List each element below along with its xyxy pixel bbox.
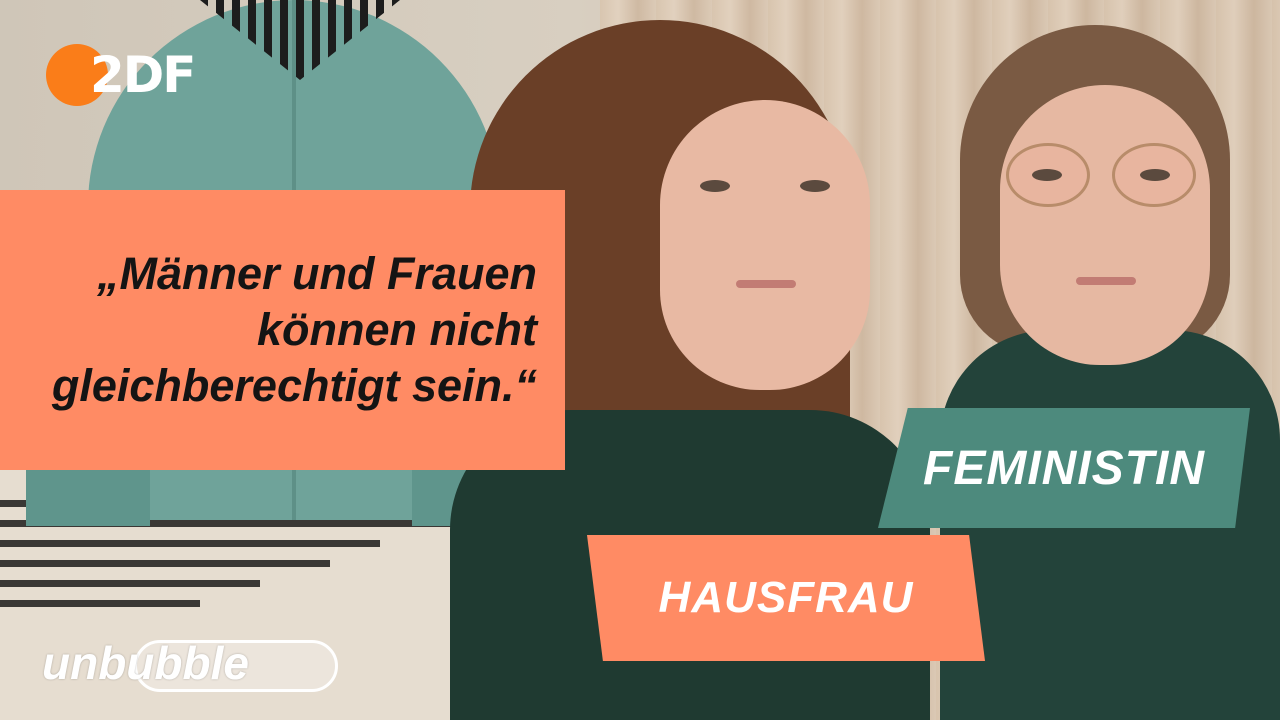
- person-right-face: [1000, 85, 1210, 365]
- mouth: [736, 280, 796, 288]
- floor-stripe: [0, 600, 200, 607]
- eye: [700, 180, 730, 192]
- person-left-face: [660, 100, 870, 390]
- teal-block: [26, 470, 150, 526]
- unbubble-logo-text: unbubble: [42, 637, 249, 689]
- floor-stripe: [0, 580, 260, 587]
- label-hausfrau-text: HAUSFRAU: [658, 573, 914, 622]
- label-feministin: FEMINISTIN: [878, 408, 1250, 528]
- quote-box: „Männer und Frauen können nicht gleichbe…: [0, 190, 565, 470]
- zdf-logo: 2DF: [46, 44, 196, 106]
- unbubble-logo: unbubble: [42, 636, 338, 692]
- label-hausfrau: HAUSFRAU: [587, 535, 985, 661]
- mouth: [1076, 277, 1136, 285]
- floor-stripe: [0, 560, 330, 567]
- eye: [1140, 169, 1170, 181]
- thumbnail: 2DF „Männer und Frauen können nicht glei…: [0, 0, 1280, 720]
- eye: [1032, 169, 1062, 181]
- label-feministin-text: FEMINISTIN: [923, 441, 1205, 495]
- eye: [800, 180, 830, 192]
- floor-stripe: [0, 540, 380, 547]
- zdf-logo-text: 2DF: [90, 46, 196, 104]
- quote-text: „Männer und Frauen können nicht gleichbe…: [51, 248, 537, 411]
